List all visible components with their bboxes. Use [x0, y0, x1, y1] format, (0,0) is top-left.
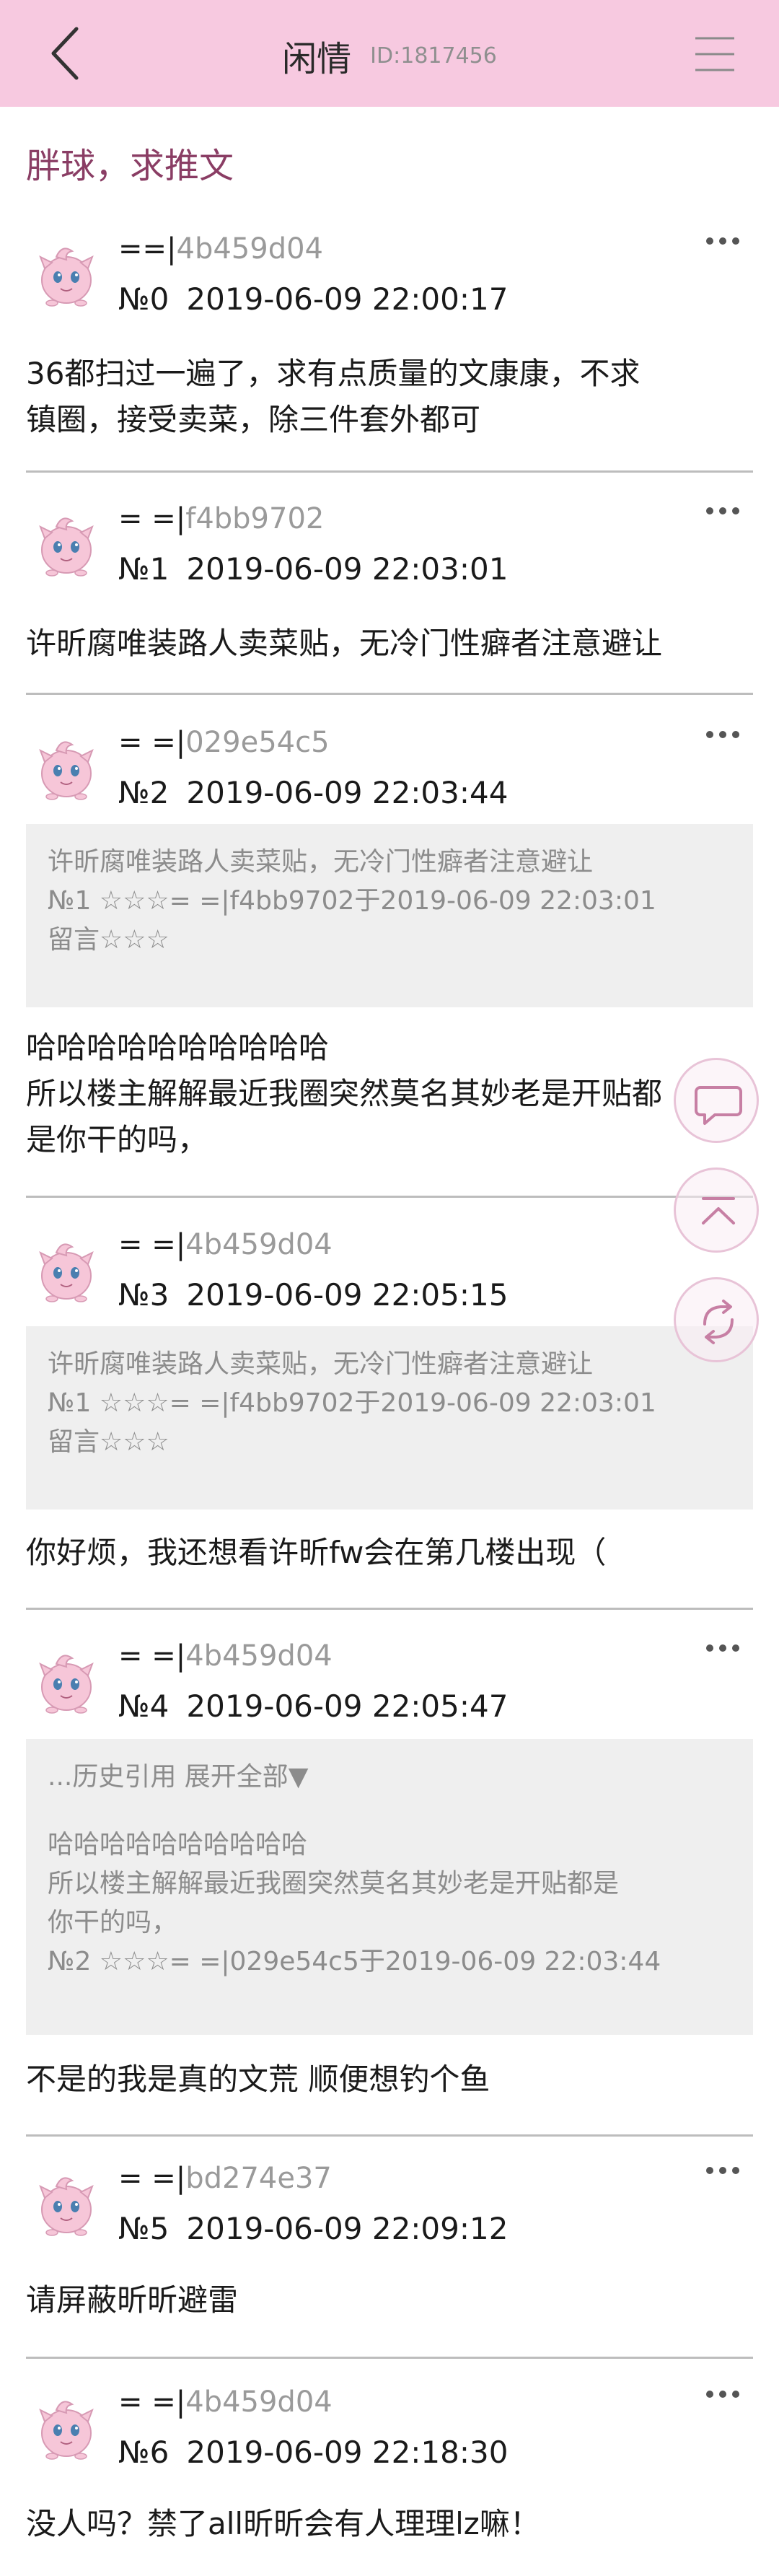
floor-number: №4 [118, 1688, 170, 1724]
avatar[interactable] [32, 507, 101, 579]
divider [26, 470, 753, 473]
post-5: = =|bd274e37 №5 2019-06-09 22:09:12 请屏蔽昕昕… [26, 2157, 753, 2360]
jigglypuff-avatar-icon [39, 741, 94, 800]
more-options-button[interactable] [704, 504, 741, 518]
post-content: 不是的我是真的文荒 顺便想钓个鱼 [26, 2062, 490, 2097]
jigglypuff-avatar-icon [39, 247, 94, 307]
post-3: = =|4b459d04 №3 2019-06-09 22:05:15 许昕腐唯装… [26, 1224, 753, 1613]
username[interactable]: = =|4b459d04 [118, 1228, 333, 1261]
avatar[interactable] [32, 237, 101, 309]
jigglypuff-avatar-icon [39, 2177, 94, 2236]
post-content: 没人吗？禁了all昕昕会有人理理lz嘛！ [26, 2506, 540, 2541]
floor-number: №5 [118, 2211, 170, 2246]
floor-number: №3 [118, 1277, 170, 1313]
floor-number: №0 [118, 281, 170, 317]
quote-block[interactable]: 许昕腐唯装路人卖菜贴，无冷门性癖者注意避让 №1 ☆☆☆= =|f4bb9702… [26, 1326, 753, 1510]
post-0: ==|4b459d04 №0 2019-06-09 22:00:17 36都扫过一… [26, 228, 753, 473]
post-meta: №1 2019-06-09 22:03:01 [118, 551, 508, 587]
username[interactable]: = =|4b459d04 [118, 2386, 333, 2419]
jigglypuff-avatar-icon [39, 1243, 94, 1302]
more-dots-icon [706, 507, 739, 514]
avatar[interactable] [32, 2166, 101, 2238]
post-1: = =|f4bb9702 №1 2019-06-09 22:03:01 许昕腐唯装… [26, 498, 753, 696]
avatar[interactable] [32, 2390, 101, 2462]
more-options-button[interactable] [704, 234, 741, 248]
post-6: = =|4b459d04 №6 2019-06-09 22:18:30 没人吗？禁… [26, 2381, 753, 2576]
post-meta: №2 2019-06-09 22:03:44 [118, 775, 508, 810]
post-time: 2019-06-09 22:18:30 [186, 2435, 509, 2470]
post-time: 2019-06-09 22:03:01 [186, 551, 509, 587]
post-content: 许昕腐唯装路人卖菜贴，无冷门性癖者注意避让 [26, 626, 663, 661]
hamburger-icon [695, 37, 734, 71]
top-bar: 闲情 ID:1817456 [0, 0, 779, 107]
post-content: 36都扫过一遍了，求有点质量的文康康，不求 镇圈，接受卖菜，除三件套外都可 [26, 356, 641, 437]
post-4: = =|4b459d04 №4 2019-06-09 22:05:47 ...历史… [26, 1635, 753, 2142]
post-meta: №6 2019-06-09 22:18:30 [118, 2435, 508, 2470]
more-options-button[interactable] [704, 2163, 741, 2178]
post-content: 你好烦，我还想看许昕fw会在第几楼出现（ [26, 1535, 607, 1570]
divider [26, 1196, 753, 1198]
username[interactable]: = =|029e54c5 [118, 726, 330, 759]
avatar[interactable] [32, 1644, 101, 1716]
post-time: 2019-06-09 22:03:44 [186, 775, 509, 810]
divider [26, 2357, 753, 2359]
more-options-button[interactable] [704, 2387, 741, 2401]
post-meta: №0 2019-06-09 22:00:17 [118, 281, 508, 317]
post-2: = =|029e54c5 №2 2019-06-09 22:03:44 许昕腐唯装… [26, 722, 753, 1198]
more-dots-icon [706, 2167, 739, 2174]
post-content: 请屏蔽昕昕避雷 [26, 2282, 239, 2318]
thread-title: 胖球，求推文 [26, 146, 234, 186]
username[interactable]: = =|4b459d04 [118, 1639, 333, 1673]
more-dots-icon [706, 237, 739, 245]
username[interactable]: = =|f4bb9702 [118, 502, 324, 535]
jigglypuff-avatar-icon [39, 517, 94, 577]
post-meta: №4 2019-06-09 22:05:47 [118, 1688, 508, 1724]
avatar[interactable] [32, 730, 101, 802]
more-options-button[interactable] [704, 1641, 741, 1655]
more-dots-icon [706, 731, 739, 738]
quote-block[interactable]: ...历史引用 展开全部▼ 哈哈哈哈哈哈哈哈哈哈 所以楼主解解最近我圈突然莫名其… [26, 1739, 753, 2035]
comment-button[interactable] [674, 1058, 759, 1143]
scroll-top-button[interactable] [674, 1167, 759, 1253]
jigglypuff-avatar-icon [39, 1655, 94, 1714]
expand-history-link[interactable]: ...历史引用 展开全部▼ [48, 1758, 731, 1797]
refresh-icon [703, 1300, 734, 1344]
floor-number: №6 [118, 2435, 170, 2470]
post-time: 2019-06-09 22:05:15 [186, 1277, 509, 1313]
more-dots-icon [706, 1644, 739, 1652]
floor-number: №2 [118, 775, 170, 810]
avatar[interactable] [32, 1232, 101, 1305]
username[interactable]: ==|4b459d04 [118, 232, 323, 266]
post-time: 2019-06-09 22:09:12 [186, 2211, 509, 2246]
divider [26, 1608, 753, 1610]
divider [26, 2134, 753, 2137]
post-time: 2019-06-09 22:00:17 [186, 281, 509, 317]
username[interactable]: = =|bd274e37 [118, 2162, 332, 2195]
menu-button[interactable] [694, 35, 736, 74]
comment-icon [695, 1086, 742, 1125]
quote-block[interactable]: 许昕腐唯装路人卖菜贴，无冷门性癖者注意避让 №1 ☆☆☆= =|f4bb9702… [26, 824, 753, 1007]
refresh-button[interactable] [674, 1277, 759, 1362]
divider [26, 693, 753, 695]
post-meta: №3 2019-06-09 22:05:15 [118, 1277, 508, 1313]
post-meta: №5 2019-06-09 22:09:12 [118, 2211, 508, 2246]
more-dots-icon [706, 2391, 739, 2398]
scroll-top-icon [702, 1197, 735, 1225]
post-content: 哈哈哈哈哈哈哈哈哈哈 所以楼主解解最近我圈突然莫名其妙老是开贴都 是你干的吗， [26, 1030, 663, 1157]
floor-number: №1 [118, 551, 170, 587]
jigglypuff-avatar-icon [39, 2401, 94, 2460]
page-title: 闲情 [282, 39, 352, 79]
post-time: 2019-06-09 22:05:47 [186, 1688, 509, 1724]
more-options-button[interactable] [704, 727, 741, 742]
board-id: ID:1817456 [370, 43, 497, 69]
